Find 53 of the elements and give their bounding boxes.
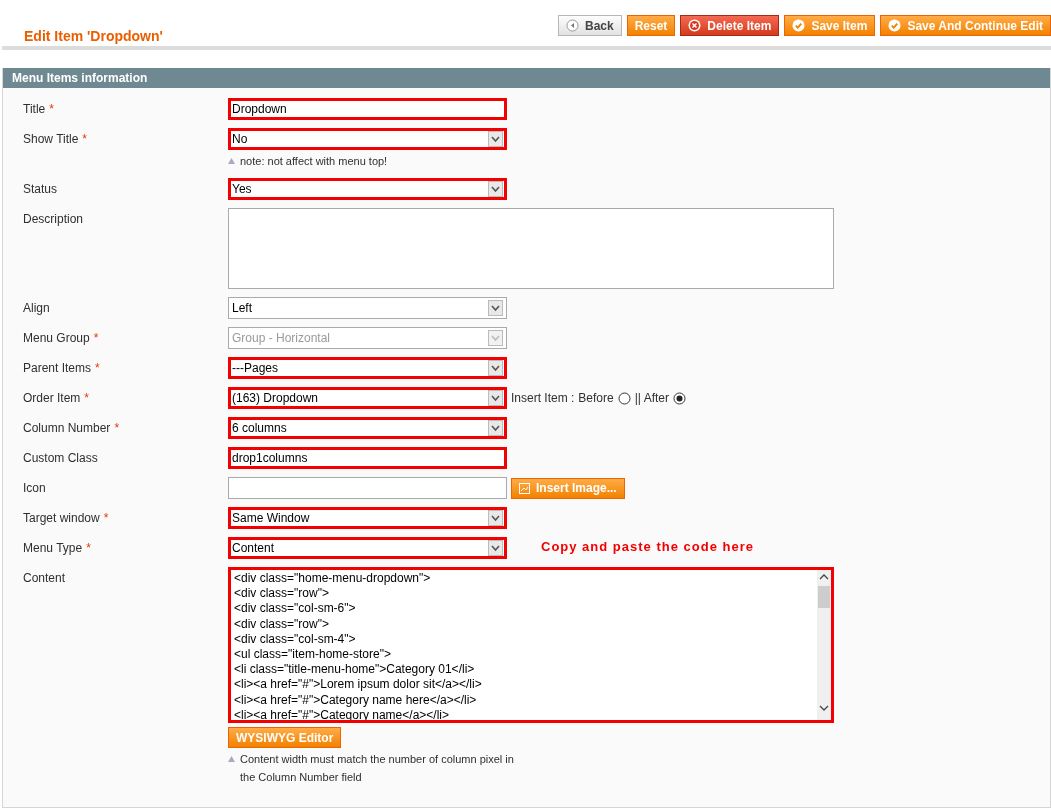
select-field[interactable]: Content bbox=[228, 537, 507, 559]
required-mark: * bbox=[114, 421, 120, 435]
field-label: Align bbox=[23, 301, 50, 315]
radio-label: || After bbox=[634, 391, 669, 405]
close-icon bbox=[688, 19, 702, 32]
text-field[interactable]: drop1columns bbox=[228, 447, 507, 469]
field-label: Description bbox=[23, 212, 84, 226]
scrollbar[interactable] bbox=[817, 570, 831, 720]
field-label: Menu Type bbox=[23, 541, 83, 555]
annotation-text: Copy and paste the code here bbox=[541, 538, 754, 554]
note-triangle-icon bbox=[228, 158, 235, 164]
field-label: Icon bbox=[23, 481, 46, 495]
text-field[interactable]: Dropdown bbox=[228, 98, 507, 120]
note-triangle-icon bbox=[228, 756, 235, 762]
field-label: Content bbox=[23, 571, 66, 585]
required-mark: * bbox=[93, 331, 99, 345]
note-text: Content width must match the number of column pixel in the Column Number field bbox=[240, 752, 514, 785]
required-mark: * bbox=[95, 361, 100, 375]
select-field[interactable]: Yes bbox=[228, 178, 507, 200]
note-text: note: not affect with menu top! bbox=[240, 154, 388, 169]
required-mark: * bbox=[103, 511, 109, 525]
check-icon bbox=[792, 19, 806, 32]
radio-button[interactable] bbox=[617, 391, 631, 405]
field-label: Menu Group bbox=[23, 331, 90, 345]
section-header: Menu Items information bbox=[3, 68, 1050, 88]
field-label: Order Item bbox=[23, 391, 81, 405]
back-button[interactable]: Back bbox=[558, 15, 622, 36]
field-label: Title bbox=[23, 102, 46, 116]
select-field[interactable]: ---Pages bbox=[228, 357, 507, 379]
required-mark: * bbox=[86, 541, 91, 555]
delete-button[interactable]: Delete Item bbox=[680, 15, 780, 36]
field-label: Parent Items bbox=[23, 361, 92, 375]
field-label: Show Title bbox=[23, 132, 79, 146]
field-label: Custom Class bbox=[23, 451, 98, 465]
required-mark: * bbox=[49, 102, 54, 116]
check-icon bbox=[888, 19, 902, 32]
image-icon bbox=[519, 482, 530, 494]
icon-field[interactable] bbox=[228, 477, 507, 499]
select-field[interactable]: Left bbox=[228, 297, 507, 319]
page-title: Edit Item 'Dropdown' bbox=[24, 27, 163, 44]
required-mark: * bbox=[84, 391, 90, 405]
field-label: Target window bbox=[23, 511, 100, 525]
select-field[interactable]: Same Window bbox=[228, 507, 507, 529]
radio-label: Before bbox=[578, 391, 614, 405]
select-field[interactable]: 6 columns bbox=[228, 417, 507, 439]
description-field[interactable] bbox=[228, 208, 834, 289]
field-label: Status bbox=[23, 182, 58, 196]
field-label: Column Number bbox=[23, 421, 111, 435]
select-field[interactable]: No bbox=[228, 128, 507, 150]
radio-button[interactable] bbox=[672, 391, 686, 405]
required-mark: * bbox=[82, 132, 88, 146]
insert-label: Insert Item : bbox=[511, 391, 575, 405]
select-field[interactable]: (163) Dropdown bbox=[228, 387, 507, 409]
